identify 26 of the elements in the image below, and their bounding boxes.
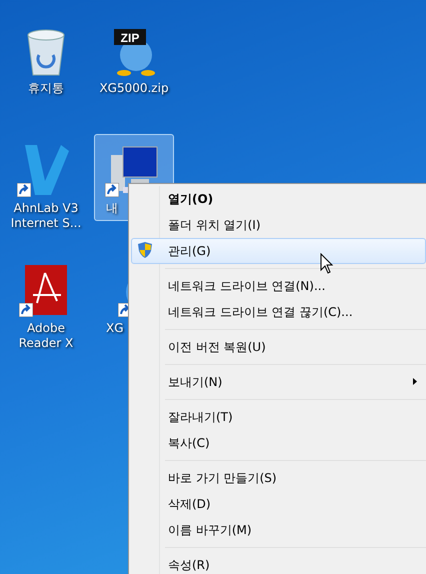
menu-item[interactable]: 복사(C) — [131, 430, 426, 456]
menu-item[interactable]: 잘라내기(T) — [131, 404, 426, 430]
menu-item[interactable]: 속성(R) — [131, 552, 426, 574]
desktop-icon[interactable]: Adobe Reader X — [6, 254, 86, 356]
menu-item[interactable]: 바로 가기 만들기(S) — [131, 465, 426, 491]
submenu-arrow-icon — [413, 378, 417, 385]
menu-item[interactable]: 삭제(D) — [131, 491, 426, 517]
shield-icon — [138, 242, 152, 258]
icon-label: XG5000.zip — [98, 81, 170, 96]
desktop-icon[interactable]: AhnLab V3 Internet S... — [6, 134, 86, 236]
icon-label: 휴지통 — [27, 81, 65, 96]
icon-label: 내 — [105, 201, 119, 216]
zip-badge: ZIP — [114, 29, 146, 45]
desktop-icon[interactable]: 휴지통 — [6, 14, 86, 101]
menu-item[interactable]: 네트워크 드라이브 연결 끊기(C)... — [131, 299, 426, 325]
menu-item[interactable]: 관리(G) — [131, 238, 426, 264]
desktop-icon[interactable]: ZIP XG5000.zip — [94, 14, 174, 101]
icon-label: AhnLab V3 Internet S... — [10, 201, 82, 231]
icon-label: Adobe Reader X — [18, 321, 74, 351]
menu-item[interactable]: 이전 버전 복원(U) — [131, 334, 426, 360]
pdf-icon — [23, 263, 69, 317]
menu-item[interactable]: 이름 바꾸기(M) — [131, 517, 426, 543]
menu-item[interactable]: 보내기(N) — [131, 369, 426, 395]
mouse-cursor-icon — [320, 253, 334, 274]
menu-item[interactable]: 네트워크 드라이브 연결(N)... — [131, 273, 426, 299]
icon-label: XG — [105, 321, 125, 336]
